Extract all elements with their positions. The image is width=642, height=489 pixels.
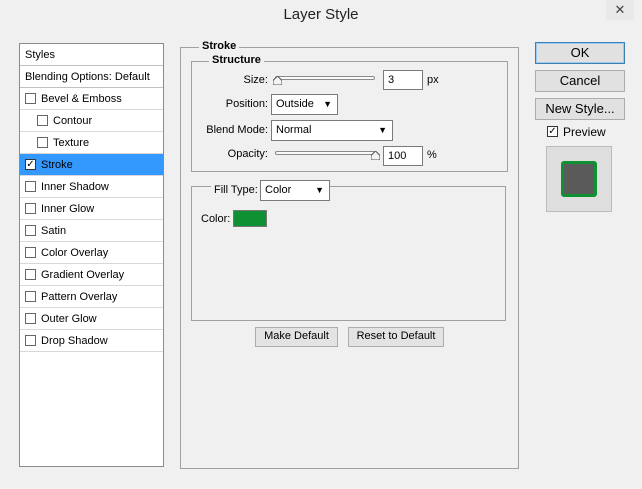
opacity-label: Opacity: <box>227 148 268 160</box>
sidebar-item-label: Gradient Overlay <box>41 269 125 281</box>
sidebar-item-checkbox[interactable] <box>25 180 36 192</box>
color-label: Color: <box>201 213 231 225</box>
size-unit: px <box>427 74 439 86</box>
sidebar-item-checkbox[interactable] <box>37 136 48 148</box>
preview-label: Preview <box>563 125 606 139</box>
position-select[interactable]: Outside ▼ <box>271 94 338 115</box>
title-bar: Layer Style ✕ <box>0 0 642 32</box>
sidebar-item[interactable]: ✓ Stroke <box>20 154 163 176</box>
sidebar-item-label: Styles <box>25 49 55 61</box>
window-title: Layer Style <box>283 6 359 23</box>
sidebar-item[interactable]: Inner Glow <box>20 198 163 220</box>
sidebar-item-checkbox[interactable] <box>25 334 36 346</box>
sidebar-item-label: Blending Options: Default <box>25 71 150 83</box>
sidebar-item-label: Satin <box>41 225 67 237</box>
sidebar-item[interactable]: Blending Options: Default <box>20 66 163 88</box>
cancel-button[interactable]: Cancel <box>535 70 625 92</box>
fill-type-value: Color <box>265 184 292 196</box>
opacity-slider-thumb[interactable] <box>371 151 380 160</box>
size-slider-track[interactable] <box>275 76 375 80</box>
sidebar-item-label: Contour <box>53 115 93 127</box>
opacity-input[interactable]: 100 <box>383 146 423 166</box>
blend-mode-label: Blend Mode: <box>206 124 268 136</box>
sidebar-item-label: Outer Glow <box>41 313 97 325</box>
sidebar-item-label: Color Overlay <box>41 247 109 259</box>
sidebar-item[interactable]: Drop Shadow <box>20 330 163 352</box>
color-swatch[interactable] <box>233 210 267 227</box>
ok-button[interactable]: OK <box>535 42 625 64</box>
sidebar-item-checkbox[interactable] <box>25 202 36 214</box>
stroke-group-label: Stroke <box>199 40 240 53</box>
sidebar-item[interactable]: Contour <box>20 110 163 132</box>
sidebar-item[interactable]: Inner Shadow <box>20 176 163 198</box>
opacity-slider-track[interactable] <box>275 151 375 155</box>
sidebar-item[interactable]: Outer Glow <box>20 308 163 330</box>
preview-toggle[interactable]: ✓ Preview <box>547 125 606 141</box>
sidebar-item[interactable]: Bevel & Emboss <box>20 88 163 110</box>
make-default-button[interactable]: Make Default <box>255 327 338 347</box>
position-label: Position: <box>225 98 268 110</box>
structure-group-label: Structure <box>209 54 264 67</box>
sidebar-item[interactable]: Satin <box>20 220 163 242</box>
fill-type-label: Fill Type: <box>214 184 258 196</box>
close-icon[interactable]: ✕ <box>606 0 634 20</box>
sidebar-item-checkbox[interactable] <box>25 290 36 302</box>
sidebar-item[interactable]: Styles <box>20 44 163 66</box>
sidebar-item-checkbox[interactable] <box>25 268 36 280</box>
size-input[interactable]: 3 <box>383 70 423 90</box>
sidebar-item-label: Inner Glow <box>41 203 95 215</box>
sidebar-item-label: Inner Shadow <box>41 181 109 193</box>
sidebar-item-label: Drop Shadow <box>41 335 108 347</box>
preview-checkbox[interactable]: ✓ <box>547 126 558 138</box>
sidebar-item-checkbox[interactable]: ✓ <box>25 158 36 170</box>
new-style-button[interactable]: New Style... <box>535 98 625 120</box>
sidebar-item-label: Texture <box>53 137 90 149</box>
chevron-down-icon: ▼ <box>378 125 387 135</box>
preview-shape <box>561 161 597 197</box>
chevron-down-icon: ▼ <box>315 185 324 195</box>
sidebar-item-checkbox[interactable] <box>25 224 36 236</box>
fill-type-select[interactable]: Color ▼ <box>260 180 330 201</box>
opacity-unit: % <box>427 149 437 161</box>
sidebar-item-checkbox[interactable] <box>25 92 36 104</box>
fill-type-group <box>191 186 506 321</box>
sidebar-item-checkbox[interactable] <box>25 312 36 324</box>
preview-thumbnail <box>546 146 612 212</box>
chevron-down-icon: ▼ <box>323 99 332 109</box>
blend-mode-select[interactable]: Normal ▼ <box>271 120 393 141</box>
styles-list: Styles Blending Options: Default Bevel & E… <box>19 43 164 467</box>
sidebar-item[interactable]: Texture <box>20 132 163 154</box>
sidebar-item-checkbox[interactable] <box>37 114 48 126</box>
sidebar-item[interactable]: Pattern Overlay <box>20 286 163 308</box>
size-label: Size: <box>243 74 268 86</box>
sidebar-item-label: Bevel & Emboss <box>41 93 122 105</box>
sidebar-item-label: Stroke <box>41 159 73 171</box>
sidebar-item-label: Pattern Overlay <box>41 291 118 303</box>
sidebar-item-checkbox[interactable] <box>25 246 36 258</box>
sidebar-item[interactable]: Gradient Overlay <box>20 264 163 286</box>
size-slider-thumb[interactable] <box>273 76 282 85</box>
blend-mode-value: Normal <box>276 124 312 136</box>
position-value: Outside <box>276 98 314 110</box>
sidebar-item[interactable]: Color Overlay <box>20 242 163 264</box>
reset-to-default-button[interactable]: Reset to Default <box>348 327 444 347</box>
